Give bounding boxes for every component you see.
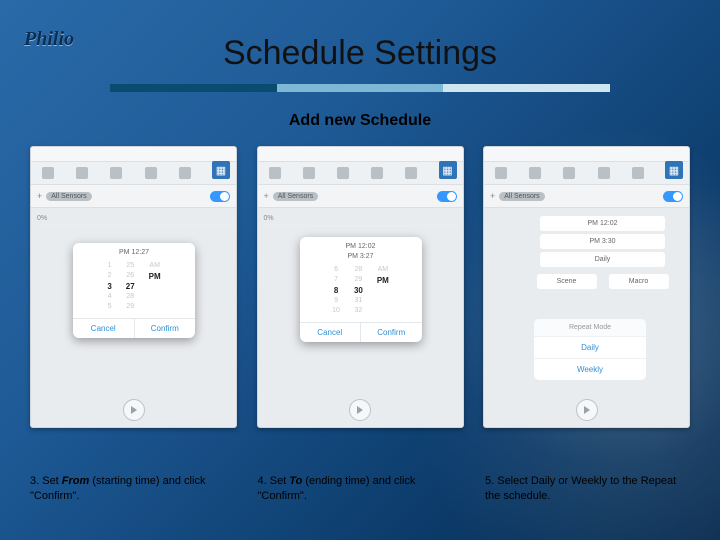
time-picker-popup: PM 12:02 PM 3:27 6 7 8 9 10 28 29 30 31 … xyxy=(300,237,422,342)
tab-icon xyxy=(269,167,281,179)
subtitle: Add new Schedule xyxy=(0,112,720,130)
caption-1: 3. Set From (starting time) and click "C… xyxy=(30,474,235,504)
repeat-field[interactable]: Daily xyxy=(540,252,665,267)
tab-icon xyxy=(303,167,315,179)
repeat-header: Repeat Mode xyxy=(534,319,646,336)
toggle-switch[interactable] xyxy=(210,191,230,202)
from-field[interactable]: PM 12:02 xyxy=(540,216,665,231)
picker-wheel[interactable]: 6 7 8 9 10 28 29 30 31 32 AM PM xyxy=(300,263,422,317)
play-icon[interactable] xyxy=(349,399,371,421)
secondary-row: + All Sensors xyxy=(31,185,236,208)
tab-icon xyxy=(632,167,644,179)
popup-header-from: PM 12:02 xyxy=(300,243,422,250)
cancel-button[interactable]: Cancel xyxy=(300,323,362,342)
tab-bar xyxy=(31,162,236,185)
popup-header: PM 12:27 xyxy=(73,249,195,256)
tab-icon xyxy=(529,167,541,179)
confirm-button[interactable]: Confirm xyxy=(361,323,422,342)
play-icon[interactable] xyxy=(576,399,598,421)
screenshot-repeat: + All Sensors ▦ PM 12:02 PM 3:30 Daily S… xyxy=(483,146,690,428)
macro-button[interactable]: Macro xyxy=(609,274,669,289)
sensor-pill[interactable]: All Sensors xyxy=(499,192,544,201)
tab-bar xyxy=(484,162,689,185)
calendar-icon[interactable]: ▦ xyxy=(212,161,230,179)
tab-icon xyxy=(405,167,417,179)
toggle-switch[interactable] xyxy=(437,191,457,202)
caption-row: 3. Set From (starting time) and click "C… xyxy=(30,474,690,504)
tab-icon xyxy=(110,167,122,179)
play-icon[interactable] xyxy=(123,399,145,421)
secondary-row: + All Sensors xyxy=(258,185,463,208)
tab-icon xyxy=(598,167,610,179)
tab-icon xyxy=(179,167,191,179)
form-list: 0% xyxy=(258,208,463,230)
list-item: 0% xyxy=(264,212,457,226)
form-list: 0% xyxy=(31,208,236,230)
tab-icon xyxy=(371,167,383,179)
secondary-row: + All Sensors xyxy=(484,185,689,208)
tab-icon xyxy=(563,167,575,179)
list-item: 0% xyxy=(37,212,230,226)
scene-button[interactable]: Scene xyxy=(537,274,597,289)
popup-header-to: PM 3:27 xyxy=(300,253,422,260)
repeat-option-daily[interactable]: Daily xyxy=(534,336,646,358)
tab-icon xyxy=(76,167,88,179)
time-picker-popup: PM 12:27 1 2 3 4 5 25 26 27 28 29 AM xyxy=(73,243,195,338)
screenshot-row: + All Sensors ▦ 0% PM 12:27 1 2 3 4 5 25 xyxy=(30,146,690,428)
status-bar xyxy=(31,147,236,162)
page-title: Schedule Settings xyxy=(0,34,720,73)
status-bar xyxy=(484,147,689,162)
tab-icon xyxy=(337,167,349,179)
status-bar xyxy=(258,147,463,162)
sensor-pill[interactable]: All Sensors xyxy=(46,192,91,201)
screenshot-to-time: + All Sensors ▦ 0% PM 12:02 PM 3:27 6 7 … xyxy=(257,146,464,428)
calendar-icon[interactable]: ▦ xyxy=(665,161,683,179)
schedule-form: PM 12:02 PM 3:30 Daily Scene Macro xyxy=(530,213,675,292)
caption-3: 5. Select Daily or Weekly to the Repeat … xyxy=(485,474,690,504)
to-field[interactable]: PM 3:30 xyxy=(540,234,665,249)
tab-icon xyxy=(42,167,54,179)
toggle-switch[interactable] xyxy=(663,191,683,202)
repeat-popup: Repeat Mode Daily Weekly xyxy=(534,319,646,380)
calendar-icon[interactable]: ▦ xyxy=(439,161,457,179)
tab-bar xyxy=(258,162,463,185)
sensor-pill[interactable]: All Sensors xyxy=(273,192,318,201)
tab-icon xyxy=(495,167,507,179)
caption-2: 4. Set To (ending time) and click "Confi… xyxy=(258,474,463,504)
picker-wheel[interactable]: 1 2 3 4 5 25 26 27 28 29 AM PM xyxy=(73,259,195,313)
tab-icon xyxy=(145,167,157,179)
cancel-button[interactable]: Cancel xyxy=(73,319,135,338)
confirm-button[interactable]: Confirm xyxy=(135,319,196,338)
screenshot-from-time: + All Sensors ▦ 0% PM 12:27 1 2 3 4 5 25 xyxy=(30,146,237,428)
repeat-option-weekly[interactable]: Weekly xyxy=(534,358,646,380)
accent-bar xyxy=(110,84,610,92)
